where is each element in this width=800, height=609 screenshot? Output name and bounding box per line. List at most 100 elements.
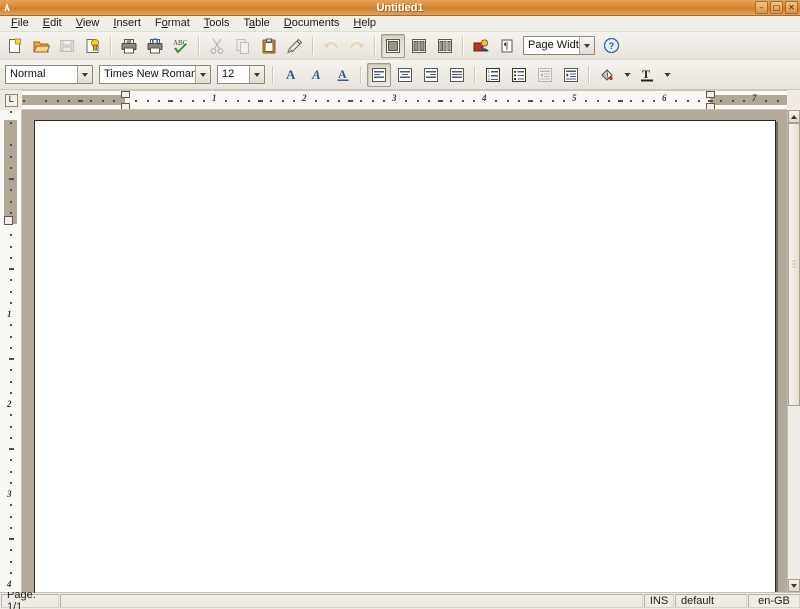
paste-button[interactable] (257, 34, 281, 58)
writer-icon (1, 1, 15, 15)
print-button[interactable] (117, 34, 141, 58)
ruler-tick (45, 100, 48, 102)
print-preview-button[interactable] (143, 34, 167, 58)
copy-button[interactable] (231, 34, 255, 58)
menu-bar: File Edit View Insert Format Tools Table… (0, 16, 800, 32)
formatting-marks-button[interactable]: ¶ (495, 34, 519, 58)
align-left-button[interactable] (367, 62, 391, 87)
zoom-combo[interactable]: Page Width (523, 36, 595, 55)
tab-stop-selector[interactable]: L (0, 90, 22, 110)
minimize-button[interactable]: – (755, 1, 768, 14)
ruler-tick (101, 100, 104, 102)
ruler-tick (562, 100, 565, 102)
clone-formatting-button[interactable] (283, 34, 307, 58)
bold-button[interactable]: A (279, 63, 303, 87)
ruler-tick (10, 504, 12, 507)
spelling-check-button[interactable]: ABC (169, 34, 193, 58)
left-indent-marker[interactable] (121, 103, 130, 109)
font-name-combo[interactable]: Times New Roman (99, 65, 211, 84)
chevron-down-icon[interactable] (249, 66, 264, 83)
single-page-view-button[interactable] (381, 33, 405, 58)
unordered-list-button[interactable] (507, 63, 531, 87)
chevron-down-icon[interactable] (579, 37, 594, 54)
align-right-button[interactable] (419, 63, 443, 87)
status-page-style[interactable]: default (675, 594, 747, 608)
ruler-tick (382, 100, 385, 102)
font-color-button[interactable]: T (635, 63, 659, 87)
ruler-tick (10, 571, 12, 574)
ruler-tick (10, 459, 12, 462)
ruler-tick (686, 100, 689, 102)
menu-insert[interactable]: Insert (106, 16, 148, 31)
menu-documents[interactable]: Documents (277, 16, 347, 31)
scroll-thumb[interactable] (788, 123, 800, 406)
two-page-view-button[interactable] (407, 34, 431, 58)
zoom-value: Page Width (528, 39, 579, 51)
ordered-list-button[interactable]: 123 (481, 63, 505, 87)
ruler-tick (10, 155, 12, 158)
insert-field-button[interactable] (469, 34, 493, 58)
toolbar-separator (110, 36, 112, 55)
save-document-button[interactable] (55, 34, 79, 58)
redo-button[interactable] (345, 34, 369, 58)
status-insert-mode[interactable]: INS (644, 594, 674, 608)
increase-indent-button[interactable] (559, 63, 583, 87)
scroll-down-button[interactable] (788, 579, 800, 592)
new-document-button[interactable] (3, 34, 27, 58)
status-page: Page: 1/1 (1, 589, 59, 609)
ruler-number: 4 (7, 579, 12, 589)
ruler-tick (337, 100, 340, 102)
menu-tools[interactable]: Tools (197, 16, 237, 31)
highlight-color-dropdown[interactable] (621, 63, 633, 87)
ruler-tick (506, 100, 509, 102)
menu-file[interactable]: File (4, 16, 36, 31)
close-button[interactable]: ✕ (785, 1, 798, 14)
undo-button[interactable] (319, 34, 343, 58)
help-button[interactable]: ? (599, 34, 623, 58)
menu-view[interactable]: View (69, 16, 107, 31)
maximize-button[interactable]: □ (770, 1, 783, 14)
ruler-tick (10, 425, 12, 428)
italic-button[interactable]: A (305, 63, 329, 87)
right-indent-top-marker[interactable] (706, 91, 715, 98)
vertical-ruler[interactable]: 1 2 3 4 (0, 110, 22, 592)
align-justify-button[interactable] (445, 63, 469, 87)
document-canvas[interactable] (22, 110, 787, 592)
chevron-down-icon[interactable] (195, 66, 210, 83)
status-language[interactable]: en-GB (748, 594, 800, 608)
ruler-tick (697, 100, 700, 102)
ruler-tick (495, 100, 498, 102)
chevron-down-icon[interactable] (77, 66, 92, 83)
decrease-indent-button[interactable] (533, 63, 557, 87)
right-indent-marker[interactable] (706, 103, 715, 109)
cut-button[interactable] (205, 34, 229, 58)
align-center-button[interactable] (393, 63, 417, 87)
ruler-tick (9, 178, 14, 180)
paragraph-style-combo[interactable]: Normal (5, 65, 93, 84)
ruler-number: 1 (212, 93, 217, 103)
svg-text:¶: ¶ (504, 41, 508, 51)
menu-edit[interactable]: Edit (36, 16, 69, 31)
scroll-up-button[interactable] (788, 110, 800, 123)
svg-text:A: A (286, 67, 296, 82)
export-pdf-button[interactable] (81, 34, 105, 58)
book-view-button[interactable] (433, 34, 457, 58)
menu-table[interactable]: Table (236, 16, 276, 31)
font-color-dropdown[interactable] (661, 63, 673, 87)
first-line-indent-marker[interactable] (121, 91, 130, 98)
vertical-scrollbar[interactable] (787, 110, 800, 592)
horizontal-ruler[interactable]: 1 2 3 4 5 6 7 (22, 90, 787, 110)
ruler-tick (348, 100, 353, 102)
paragraph-style-value: Normal (10, 68, 46, 80)
menu-help[interactable]: Help (346, 16, 383, 31)
underline-button[interactable]: A (331, 63, 355, 87)
ruler-tick (326, 100, 329, 102)
scroll-track[interactable] (788, 123, 800, 579)
font-size-combo[interactable]: 12 (217, 65, 265, 84)
ruler-number: 3 (7, 489, 12, 499)
highlight-color-button[interactable] (595, 63, 619, 87)
document-page[interactable] (34, 120, 776, 592)
menu-format[interactable]: Format (148, 16, 197, 31)
open-document-button[interactable] (29, 34, 53, 58)
ruler-tick (292, 100, 295, 102)
